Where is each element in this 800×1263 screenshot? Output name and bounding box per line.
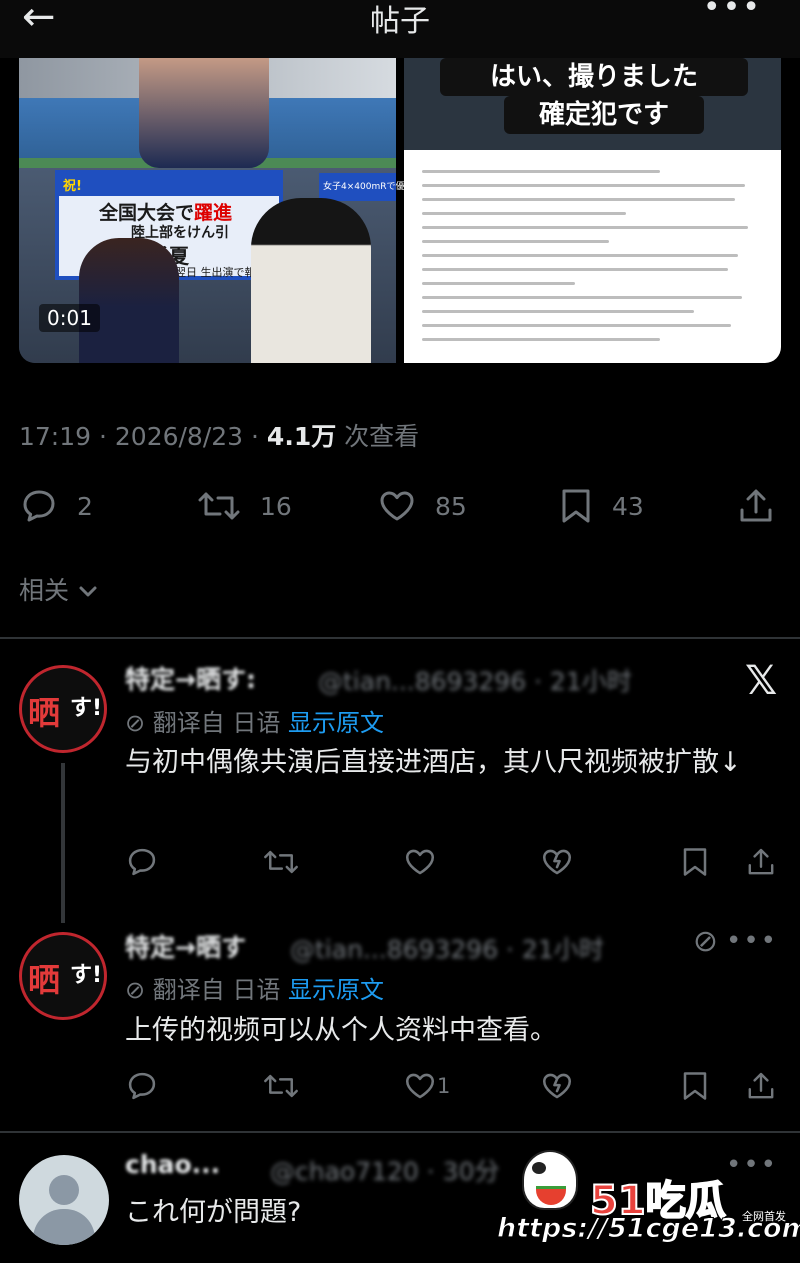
headline-line2: 確定犯です (504, 96, 704, 134)
post-timestamp-views: 17:19 · 2026/8/23 · 4.1万 次查看 (19, 422, 420, 451)
section-divider (0, 637, 800, 639)
chevron-down-icon (79, 586, 97, 597)
reply-text: これ何が問題? (125, 1197, 302, 1228)
mascot-cow-icon (522, 1150, 578, 1210)
more-options-icon[interactable]: ••• (726, 1150, 778, 1180)
repost-button[interactable] (262, 842, 300, 882)
reply-count: 2 (77, 491, 93, 521)
broken-heart-icon (542, 1073, 572, 1099)
bookmark-icon (683, 1072, 707, 1100)
repost-icon (198, 492, 240, 520)
bookmark-button[interactable] (680, 842, 710, 882)
like-button[interactable]: 85 (377, 478, 467, 534)
mute-icon[interactable]: ⊘ (693, 924, 720, 959)
thread-line (61, 763, 65, 923)
watermark-url: https://51cge13.com (497, 1213, 800, 1245)
share-button[interactable] (736, 478, 794, 534)
reply-divider (0, 1131, 800, 1133)
dislike-button[interactable] (540, 1066, 574, 1106)
default-avatar-body (33, 1209, 95, 1245)
avatar[interactable]: 晒 す! (19, 665, 107, 753)
page-title: 帖子 (370, 4, 430, 39)
bookmark-button[interactable] (680, 1066, 710, 1106)
card-header: 祝! (59, 174, 279, 196)
corner-caption: 女子4×400mRで優勝 (319, 173, 413, 201)
reply-author-name[interactable]: 特定→晒す: (125, 660, 256, 696)
translation-notice: ⊘ 翻译自 日语 显示原文 (125, 709, 385, 737)
reply-author-name[interactable]: 特定→晒す (125, 928, 246, 964)
reply-author-handle: @chao7120 · 30分 (270, 1157, 500, 1186)
share-icon (748, 1072, 774, 1099)
dislike-button[interactable] (540, 842, 574, 882)
bookmark-icon (683, 848, 707, 876)
avatar-text: 晒 (28, 694, 61, 732)
avatar-text-2: す! (70, 696, 103, 721)
translation-notice: ⊘ 翻译自 日语 显示原文 (125, 976, 385, 1004)
share-button[interactable] (745, 1066, 777, 1106)
repost-icon (264, 1074, 298, 1098)
default-avatar-head (49, 1175, 79, 1205)
share-button[interactable] (745, 842, 777, 882)
presenter-left (79, 238, 179, 363)
like-button[interactable]: 1 (403, 1066, 450, 1106)
avatar[interactable]: 晒 す! (19, 932, 107, 1020)
bookmark-count: 43 (612, 491, 644, 521)
share-icon (748, 848, 774, 875)
statement-document (422, 170, 762, 352)
post-media[interactable]: 女子4×400mRで優勝 祝! 全国大会で躍進 陸上部をけん引 川島千夏 大会翌… (19, 58, 781, 363)
heart-icon (380, 491, 414, 521)
like-count: 1 (437, 1074, 451, 1098)
headline-line1: はい、撮りました (440, 58, 748, 96)
translate-icon: ⊘ (125, 976, 146, 1004)
avatar[interactable] (19, 1155, 109, 1245)
repost-count: 16 (260, 491, 292, 521)
bookmark-button[interactable]: 43 (558, 478, 644, 534)
repost-icon (264, 850, 298, 874)
reply-text: 上传的视频可以从个人资料中查看。 (125, 1015, 557, 1046)
image-thumbnail[interactable]: はい、撮りました 確定犯です (404, 58, 781, 363)
reply-icon (128, 1072, 156, 1100)
reply-icon (128, 848, 156, 876)
heart-icon (405, 849, 435, 875)
reply-author-handle: @tian...8693296 · 21小时 (290, 935, 604, 964)
show-original-link[interactable]: 显示原文 (288, 709, 384, 737)
card-prefix: 祝! (63, 179, 82, 194)
reply-author-handle: @tian...8693296 · 21小时 (318, 667, 632, 696)
like-count: 85 (435, 491, 467, 521)
avatar-text-2: す! (70, 963, 103, 988)
share-icon (740, 489, 772, 522)
avatar-text: 晒 (28, 961, 61, 999)
athlete-figure (139, 58, 269, 168)
related-toggle[interactable]: 相关 (19, 571, 99, 607)
reply-actions: 1 (125, 1066, 785, 1106)
reply-button[interactable] (125, 1066, 159, 1106)
presenter-right (251, 198, 371, 363)
x-logo-icon[interactable]: 𝕏 (745, 658, 777, 704)
reply-author-name[interactable]: chao... (125, 1150, 220, 1179)
translate-icon: ⊘ (125, 709, 146, 737)
reply-button[interactable]: 2 (19, 478, 93, 534)
reply-text: 与初中偶像共演后直接进酒店，其八尺视频被扩散↓ (125, 747, 742, 778)
like-button[interactable] (403, 842, 437, 882)
more-options-icon[interactable]: ••• (703, 0, 762, 25)
heart-icon (405, 1073, 435, 1099)
video-timecode: 0:01 (39, 304, 100, 332)
related-label: 相关 (19, 576, 70, 605)
broken-heart-icon (542, 849, 572, 875)
headline-panel: はい、撮りました 確定犯です (404, 58, 781, 150)
reply-actions (125, 842, 785, 882)
show-original-link[interactable]: 显示原文 (288, 976, 384, 1004)
repost-button[interactable]: 16 (196, 478, 292, 534)
post-actions: 2 16 85 43 (0, 478, 800, 534)
top-bar: ← 帖子 ••• (0, 0, 800, 58)
video-thumbnail[interactable]: 女子4×400mRで優勝 祝! 全国大会で躍進 陸上部をけん引 川島千夏 大会翌… (19, 58, 413, 363)
card-line1: 全国大会で躍進 (99, 202, 233, 224)
repost-button[interactable] (262, 1066, 300, 1106)
reply-button[interactable] (125, 842, 159, 882)
corner-caption-text: 女子4×400mRで優勝 (323, 182, 414, 192)
more-options-icon[interactable]: ••• (726, 926, 778, 956)
reply-icon (23, 490, 55, 522)
bookmark-icon (562, 489, 590, 523)
